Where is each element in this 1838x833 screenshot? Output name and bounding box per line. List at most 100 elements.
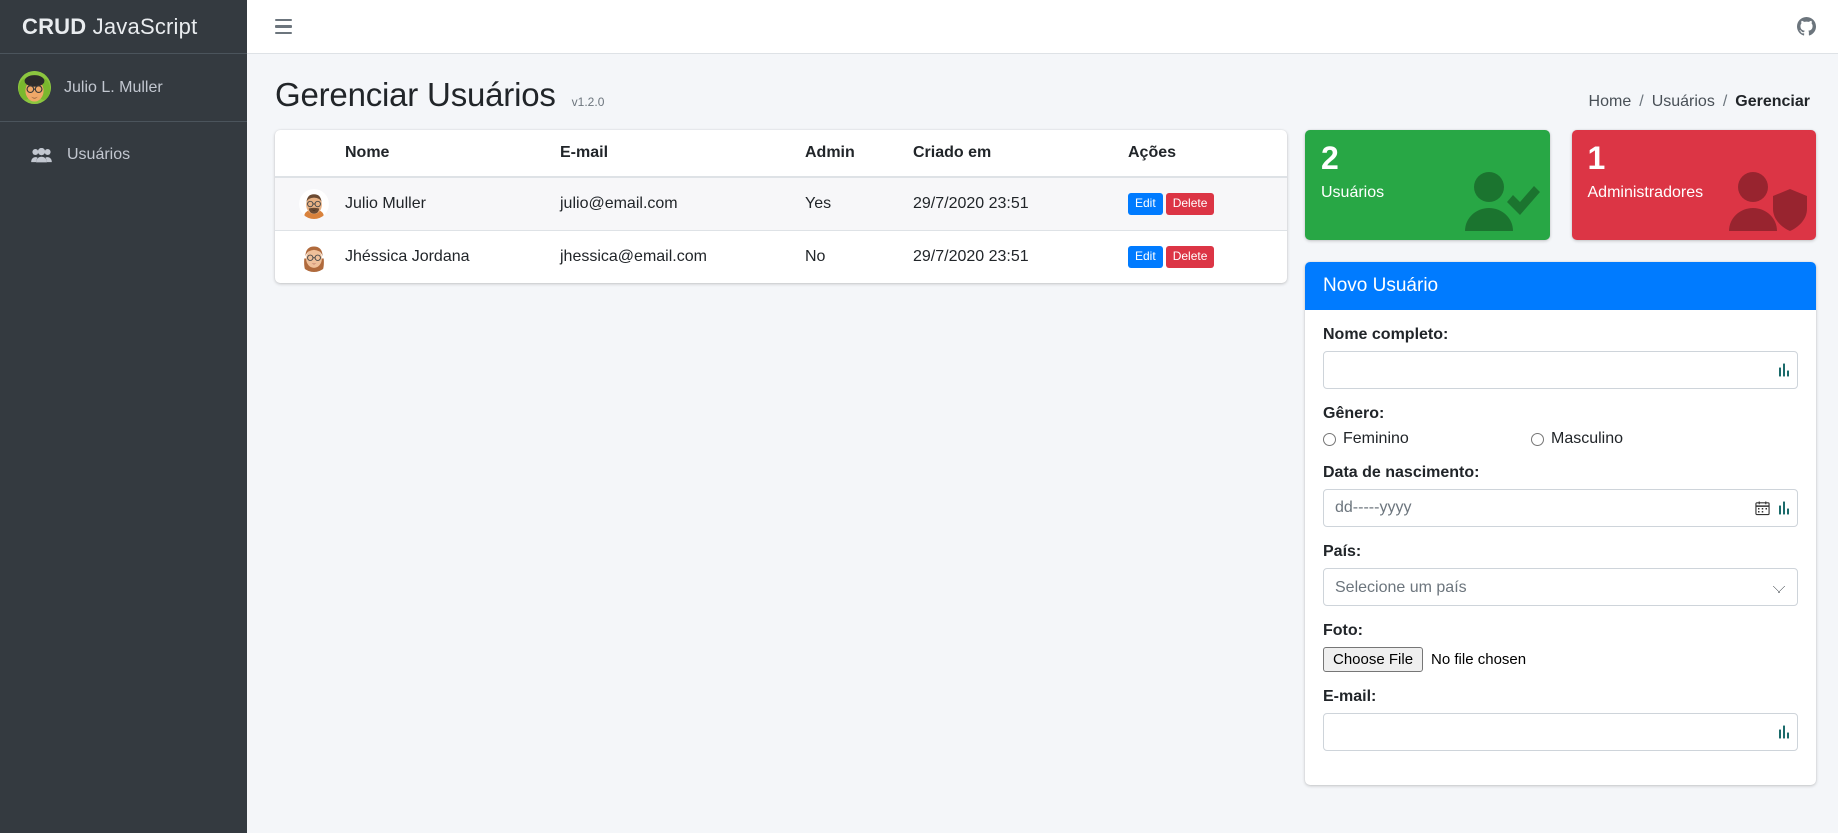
brand-title: CRUD JavaScript	[22, 14, 197, 40]
data-nascimento-label: Data de nascimento:	[1323, 464, 1480, 481]
file-status-label: No file chosen	[1431, 651, 1527, 668]
sidebar: CRUD JavaScript Julio L. Muller Usuários	[0, 0, 247, 833]
genero-label: Gênero:	[1323, 405, 1385, 422]
stat-cards: 2 Usuários 1 Administradores	[1305, 130, 1816, 240]
user-shield-icon	[1722, 167, 1808, 238]
foto-label: Foto:	[1323, 622, 1363, 639]
avatar	[299, 189, 329, 219]
table-column: Nome E-mail Admin Criado em Ações Julio …	[275, 130, 1305, 833]
breadcrumb-usuarios[interactable]: Usuários	[1652, 93, 1715, 111]
nome-completo-input[interactable]	[1323, 351, 1798, 389]
users-table: Nome E-mail Admin Criado em Ações Julio …	[275, 130, 1287, 283]
th-email: E-mail	[552, 130, 797, 178]
radio-masculino[interactable]: Masculino	[1531, 430, 1623, 448]
brand-logo[interactable]: CRUD JavaScript	[0, 0, 247, 54]
sidebar-user-name: Julio L. Muller	[64, 78, 163, 96]
github-icon[interactable]	[1797, 17, 1816, 36]
form-body: Nome completo: Gênero: Feminino Masculin…	[1305, 310, 1816, 785]
table-head: Nome E-mail Admin Criado em Ações	[275, 130, 1287, 178]
stat-value: 2	[1321, 140, 1339, 176]
brand-title-bold: CRUD	[22, 13, 87, 39]
stat-label: Administradores	[1587, 183, 1704, 201]
content-body: Nome E-mail Admin Criado em Ações Julio …	[247, 130, 1838, 833]
avatar-image	[299, 189, 329, 219]
side-column: 2 Usuários 1 Administradores Novo Usuári…	[1305, 130, 1838, 833]
cell-avatar	[275, 230, 337, 283]
hamburger-bar	[275, 18, 292, 22]
breadcrumb: Home / Usuários / Gerenciar	[1589, 93, 1810, 111]
radio-masculino-label: Masculino	[1551, 430, 1624, 447]
genero-radio-group: Feminino Masculino	[1323, 430, 1798, 448]
app-root: CRUD JavaScript Julio L. Muller Usuários…	[0, 0, 1838, 833]
nome-completo-wrap	[1323, 351, 1798, 389]
radio-feminino-label: Feminino	[1343, 430, 1409, 447]
form-title: Novo Usuário	[1305, 262, 1816, 310]
delete-button[interactable]: Delete	[1165, 193, 1215, 215]
stat-label: Usuários	[1321, 183, 1385, 201]
row-actions: Edit Delete	[1128, 193, 1279, 215]
cell-actions: Edit Delete	[1120, 176, 1287, 231]
avatar-image	[18, 71, 51, 104]
new-user-form-card: Novo Usuário Nome completo: Gênero: Femi…	[1305, 262, 1816, 785]
cell-admin: No	[797, 230, 905, 283]
users-table-card: Nome E-mail Admin Criado em Ações Julio …	[275, 130, 1287, 283]
radio-feminino-input[interactable]	[1323, 432, 1336, 446]
field-foto: Foto: Choose File No file chosen	[1323, 622, 1798, 672]
users-icon	[28, 147, 54, 163]
sidebar-user-panel[interactable]: Julio L. Muller	[0, 54, 247, 122]
table-header-row: Nome E-mail Admin Criado em Ações	[275, 130, 1287, 178]
cell-nome: Julio Muller	[337, 176, 552, 231]
choose-file-button[interactable]: Choose File	[1323, 647, 1424, 672]
th-criado: Criado em	[905, 130, 1120, 178]
th-admin: Admin	[797, 130, 905, 178]
cell-admin: Yes	[797, 176, 905, 231]
cell-nome: Jhéssica Jordana	[337, 230, 552, 283]
stat-card-administradores[interactable]: 1 Administradores	[1571, 130, 1816, 240]
hamburger-bar	[275, 25, 292, 28]
brand-title-light: JavaScript	[86, 13, 198, 39]
hamburger-bar	[275, 31, 292, 35]
pais-label: País:	[1323, 543, 1362, 560]
user-check-icon	[1456, 167, 1542, 238]
sidebar-item-label: Usuários	[67, 146, 131, 163]
avatar-image	[299, 242, 329, 272]
breadcrumb-home[interactable]: Home	[1589, 93, 1632, 111]
edit-button[interactable]: Edit	[1128, 193, 1163, 215]
delete-button[interactable]: Delete	[1165, 246, 1215, 268]
hamburger-icon[interactable]	[271, 15, 296, 39]
data-nascimento-input[interactable]	[1323, 489, 1798, 527]
radio-feminino[interactable]: Feminino	[1323, 430, 1531, 448]
th-acoes: Ações	[1120, 130, 1287, 178]
table-row: Julio Muller julio@email.com Yes 29/7/20…	[275, 176, 1287, 231]
email-wrap	[1323, 713, 1798, 751]
email-field[interactable]	[1323, 713, 1798, 751]
cell-avatar	[275, 176, 337, 231]
radio-masculino-input[interactable]	[1531, 432, 1544, 446]
breadcrumb-current: Gerenciar	[1735, 93, 1810, 110]
cell-actions: Edit Delete	[1120, 230, 1287, 283]
field-nome-completo: Nome completo:	[1323, 326, 1798, 389]
table-body: Julio Muller julio@email.com Yes 29/7/20…	[275, 176, 1287, 283]
stat-value: 1	[1587, 140, 1606, 176]
edit-button[interactable]: Edit	[1128, 246, 1163, 268]
breadcrumb-separator: /	[1722, 93, 1728, 110]
data-nascimento-wrap	[1323, 489, 1798, 527]
avatar	[18, 71, 51, 104]
cell-email: julio@email.com	[552, 176, 797, 231]
foto-file-input[interactable]: Choose File No file chosen	[1323, 647, 1798, 672]
th-avatar	[275, 130, 337, 178]
topbar	[247, 0, 1838, 54]
avatar	[299, 242, 329, 272]
field-genero: Gênero: Feminino Masculino	[1323, 405, 1798, 448]
cell-criado: 29/7/2020 23:51	[905, 230, 1120, 283]
page-title: Gerenciar Usuários	[275, 76, 556, 113]
table-row: Jhéssica Jordana jhessica@email.com No 2…	[275, 230, 1287, 283]
email-label: E-mail:	[1323, 688, 1377, 705]
field-email: E-mail:	[1323, 688, 1798, 751]
stat-card-usuarios[interactable]: 2 Usuários	[1305, 130, 1550, 240]
breadcrumb-separator: /	[1639, 93, 1644, 110]
sidebar-item-usuarios[interactable]: Usuários	[8, 136, 239, 174]
main-region: Gerenciar Usuários v1.2.0 Home / Usuário…	[247, 0, 1838, 833]
field-data-nascimento: Data de nascimento:	[1323, 464, 1798, 527]
pais-select[interactable]: Selecione um país	[1323, 568, 1798, 606]
